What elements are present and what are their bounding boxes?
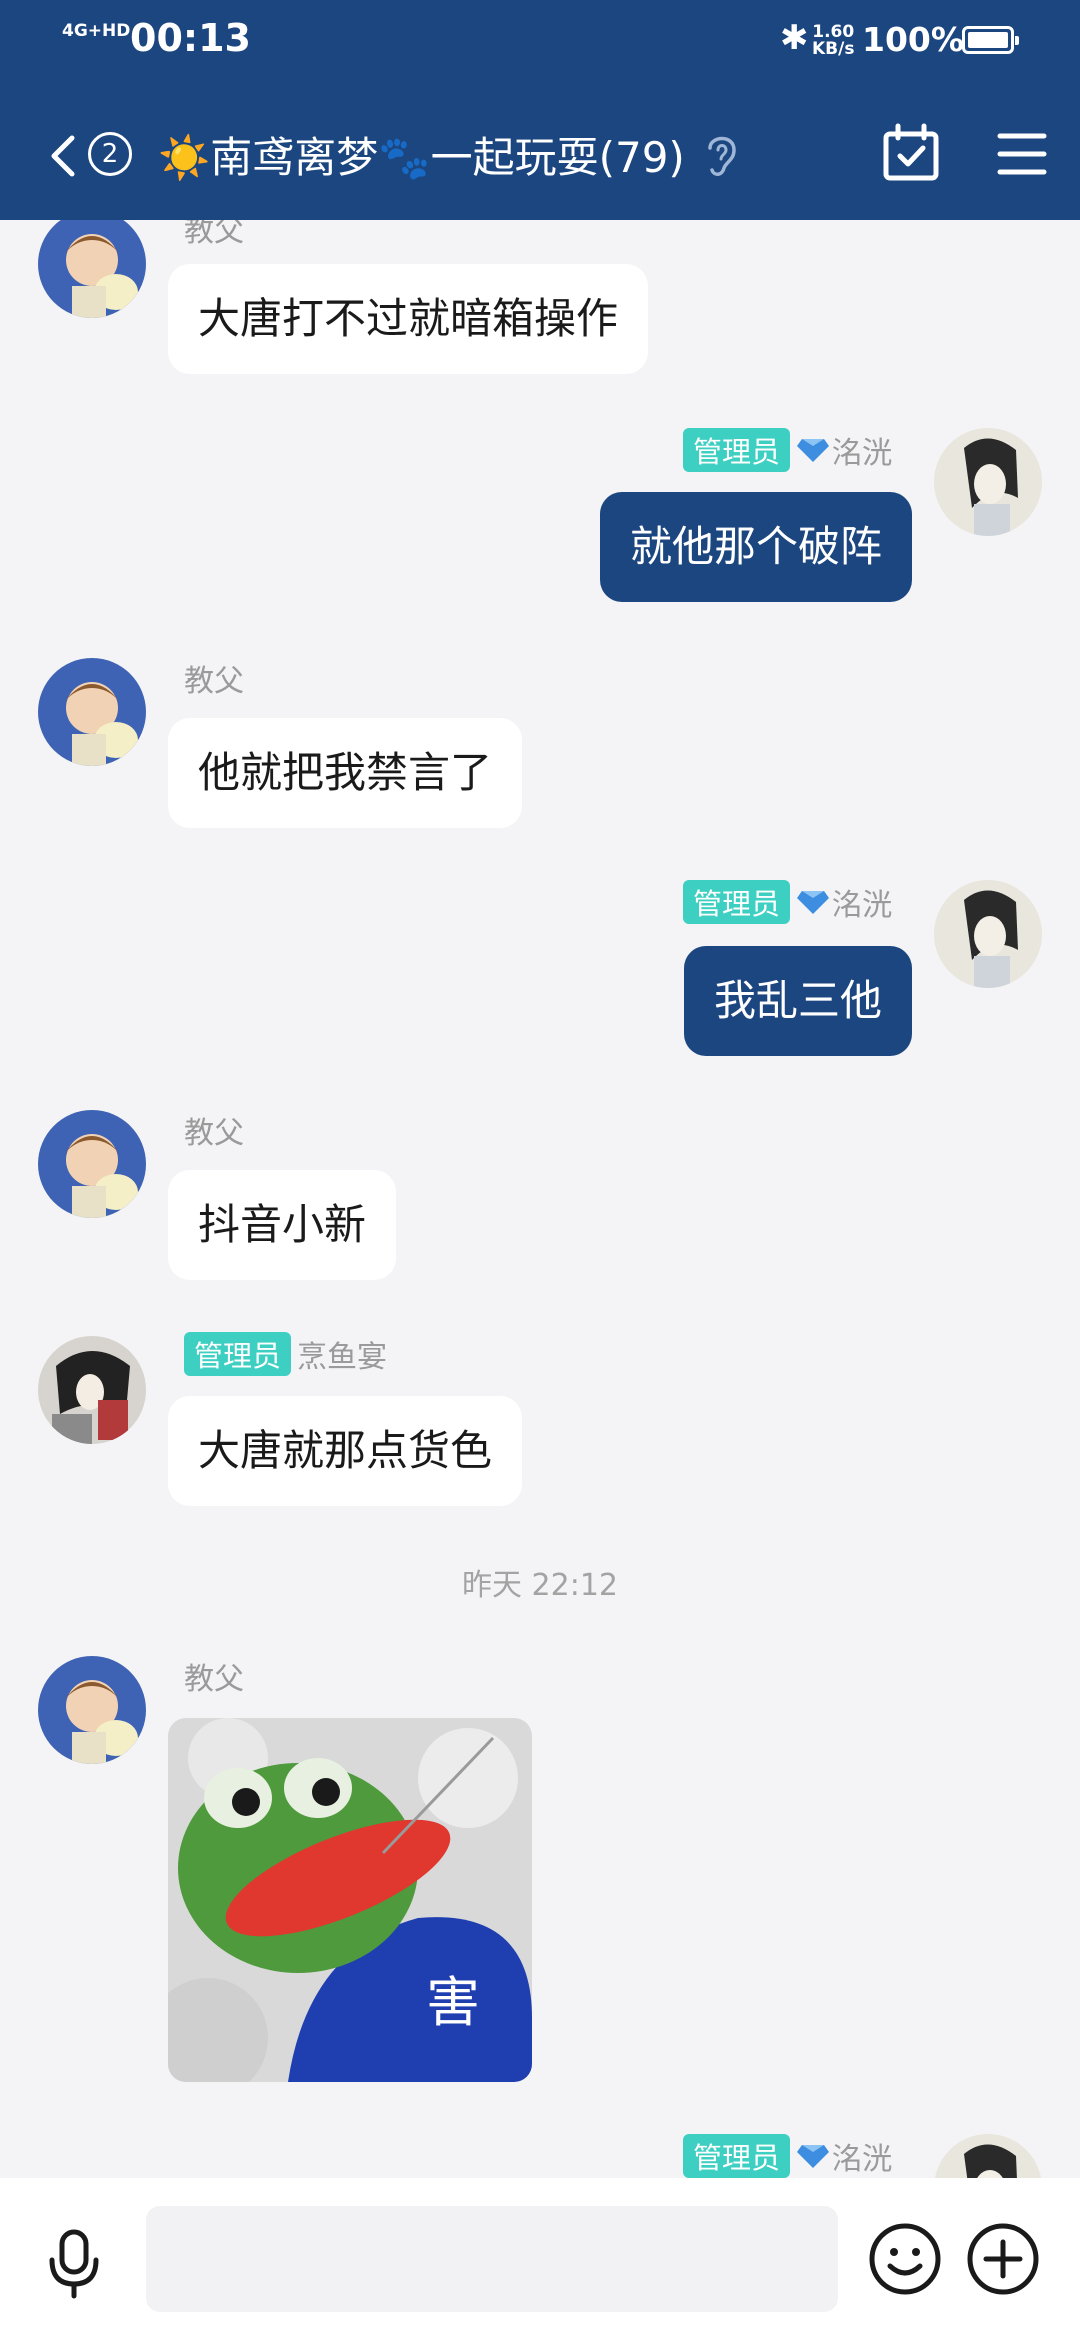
admin-role-tag: 管理员 [682,880,790,924]
message-bubble[interactable]: 就他那个破阵 [599,492,912,602]
network-speed: 1.60 KB/s [812,22,855,59]
plus-circle-icon[interactable] [966,2222,1040,2296]
group-title[interactable]: ☀️南鸢离梦🐾一起玩耍(79) [158,124,685,185]
calendar-check-icon[interactable] [880,122,942,184]
admin-role-tag: 管理员 [682,428,790,472]
message-timestamp: 昨天 22:12 [462,1568,618,1603]
battery-percent: 100% [862,20,964,59]
top-bar: 4G+HD 00:13 ✱ 1.60 KB/s 100% 2 ☀️南鸢离梦🐾一起… [0,0,1080,220]
message-input[interactable] [146,2206,838,2312]
avatar[interactable] [934,428,1042,536]
smiley-icon[interactable] [868,2222,942,2296]
avatar[interactable] [934,880,1042,988]
sender-header: 管理员 烹鱼宴 [184,1332,387,1376]
status-time: 00:13 [130,16,251,60]
sender-name: 教父 [184,664,244,699]
avatar[interactable] [38,1110,146,1218]
diamond-icon [797,439,829,462]
admin-role-tag: 管理员 [184,1332,292,1376]
status-bar: 4G+HD 00:13 ✱ 1.60 KB/s 100% [0,0,1080,84]
avatar[interactable] [38,220,146,318]
message-list[interactable]: 教父 大唐打不过就暗箱操作 管理员 洺洸 就他那个破阵 教父 他就把我禁言了 管理… [0,220,1080,2178]
sender-name: 教父 [184,1116,244,1151]
ear-icon[interactable] [704,130,740,180]
hamburger-menu-icon[interactable] [994,126,1050,182]
message-bubble[interactable]: 他就把我禁言了 [168,718,523,828]
battery-icon [962,26,1019,54]
avatar[interactable] [38,1336,146,1444]
sender-header: 管理员 洺洸 [682,428,892,472]
input-bar [0,2178,1080,2340]
chevron-left-icon[interactable] [36,126,96,186]
diamond-icon [797,891,829,914]
message-bubble[interactable]: 抖音小新 [168,1170,397,1280]
diamond-icon [797,2145,829,2168]
sender-header: 管理员 洺洸 [682,2134,892,2178]
message-bubble[interactable]: 大唐打不过就暗箱操作 [168,264,649,374]
message-bubble[interactable]: 我乱三他 [683,946,912,1056]
sticker-caption: 害 [426,1971,480,2034]
sender-name: 教父 [184,220,244,249]
network-indicator: 4G+HD [62,21,131,41]
unread-count-badge[interactable]: 2 [88,132,132,176]
avatar[interactable] [934,2134,1042,2178]
bluetooth-icon: ✱ [780,18,809,58]
microphone-icon[interactable] [44,2228,104,2300]
message-bubble[interactable]: 大唐就那点货色 [168,1396,523,1506]
avatar[interactable] [38,1656,146,1764]
chat-header: 2 ☀️南鸢离梦🐾一起玩耍(79) [0,100,1080,210]
sender-header: 管理员 洺洸 [682,880,892,924]
sticker-image[interactable]: 害 [168,1718,532,2082]
sender-name: 教父 [184,1662,244,1697]
admin-role-tag: 管理员 [682,2134,790,2178]
avatar[interactable] [38,658,146,766]
